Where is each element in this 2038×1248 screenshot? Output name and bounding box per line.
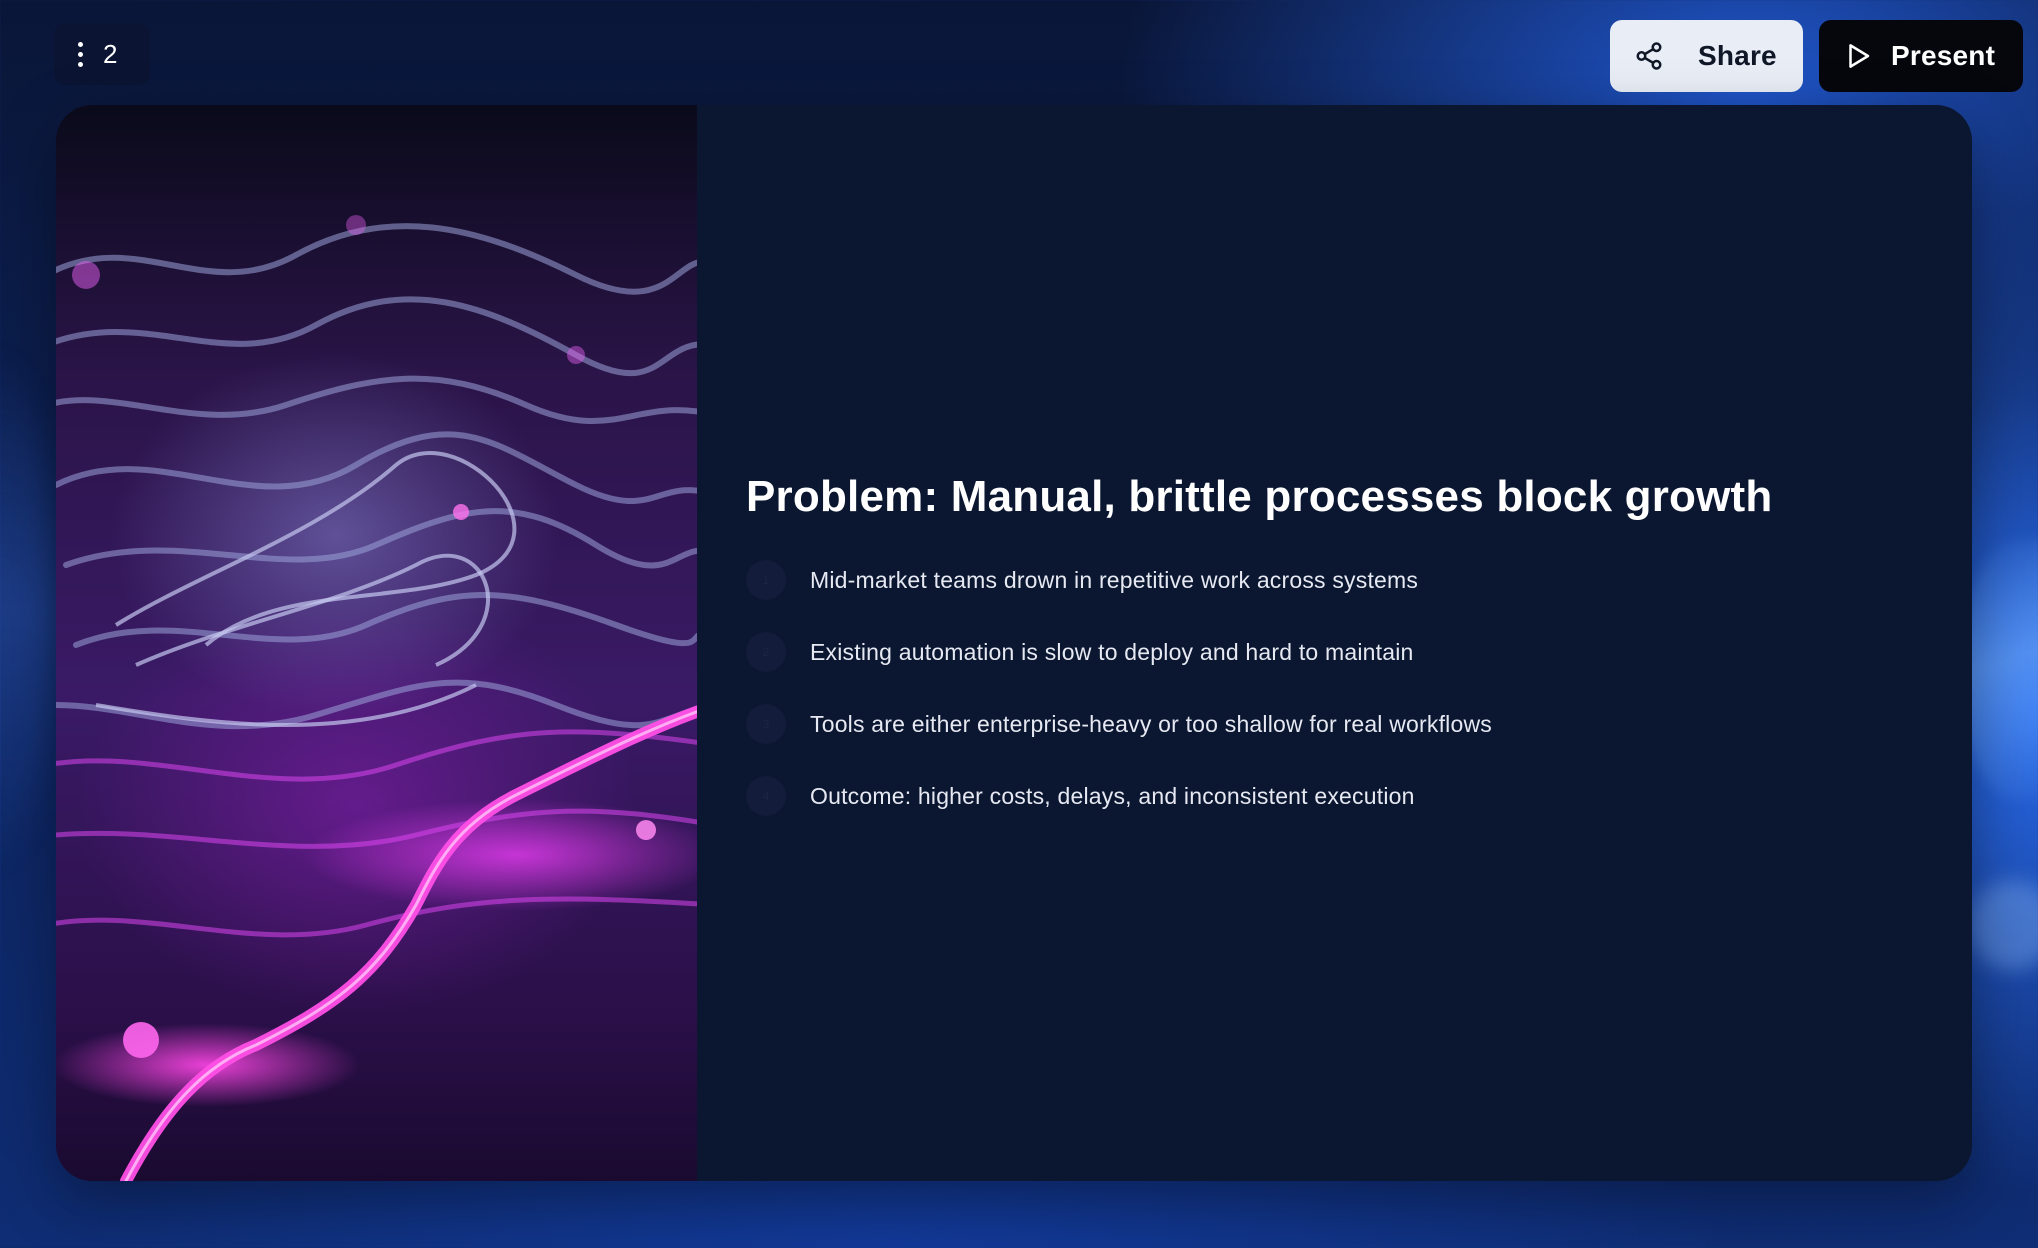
bullet-text: Mid-market teams drown in repetitive wor… (810, 566, 1419, 593)
list-item[interactable]: 4 Outcome: higher costs, delays, and inc… (746, 776, 1896, 816)
play-icon (1843, 41, 1873, 71)
bullet-number: 2 (746, 632, 786, 672)
background-glow-right (1968, 880, 2038, 970)
slide-image (56, 105, 697, 1181)
list-item[interactable]: 1 Mid-market teams drown in repetitive w… (746, 560, 1896, 600)
share-icon (1634, 41, 1664, 71)
slide-title[interactable]: Problem: Manual, brittle processes block… (746, 472, 1896, 522)
bullet-text: Existing automation is slow to deploy an… (810, 638, 1414, 665)
bullet-text: Outcome: higher costs, delays, and incon… (810, 782, 1415, 809)
list-item[interactable]: 2 Existing automation is slow to deploy … (746, 632, 1896, 672)
bullet-number: 3 (746, 704, 786, 744)
kebab-menu-icon[interactable] (78, 41, 83, 67)
bullet-list: 1 Mid-market teams drown in repetitive w… (746, 560, 1896, 816)
slide-content: Problem: Manual, brittle processes block… (746, 472, 1896, 848)
bullet-number: 1 (746, 560, 786, 600)
list-item[interactable]: 3 Tools are either enterprise-heavy or t… (746, 704, 1896, 744)
slide-canvas[interactable]: Problem: Manual, brittle processes block… (56, 105, 1972, 1181)
slide-number: 2 (103, 38, 118, 69)
slide-counter: 2 (54, 23, 150, 85)
bullet-number: 4 (746, 776, 786, 816)
present-label: Present (1891, 40, 1996, 71)
bullet-text: Tools are either enterprise-heavy or too… (810, 710, 1492, 737)
share-button[interactable]: Share (1610, 20, 1803, 92)
background-glow-left (0, 350, 60, 870)
present-button[interactable]: Present (1819, 20, 2023, 92)
share-label: Share (1698, 40, 1777, 71)
